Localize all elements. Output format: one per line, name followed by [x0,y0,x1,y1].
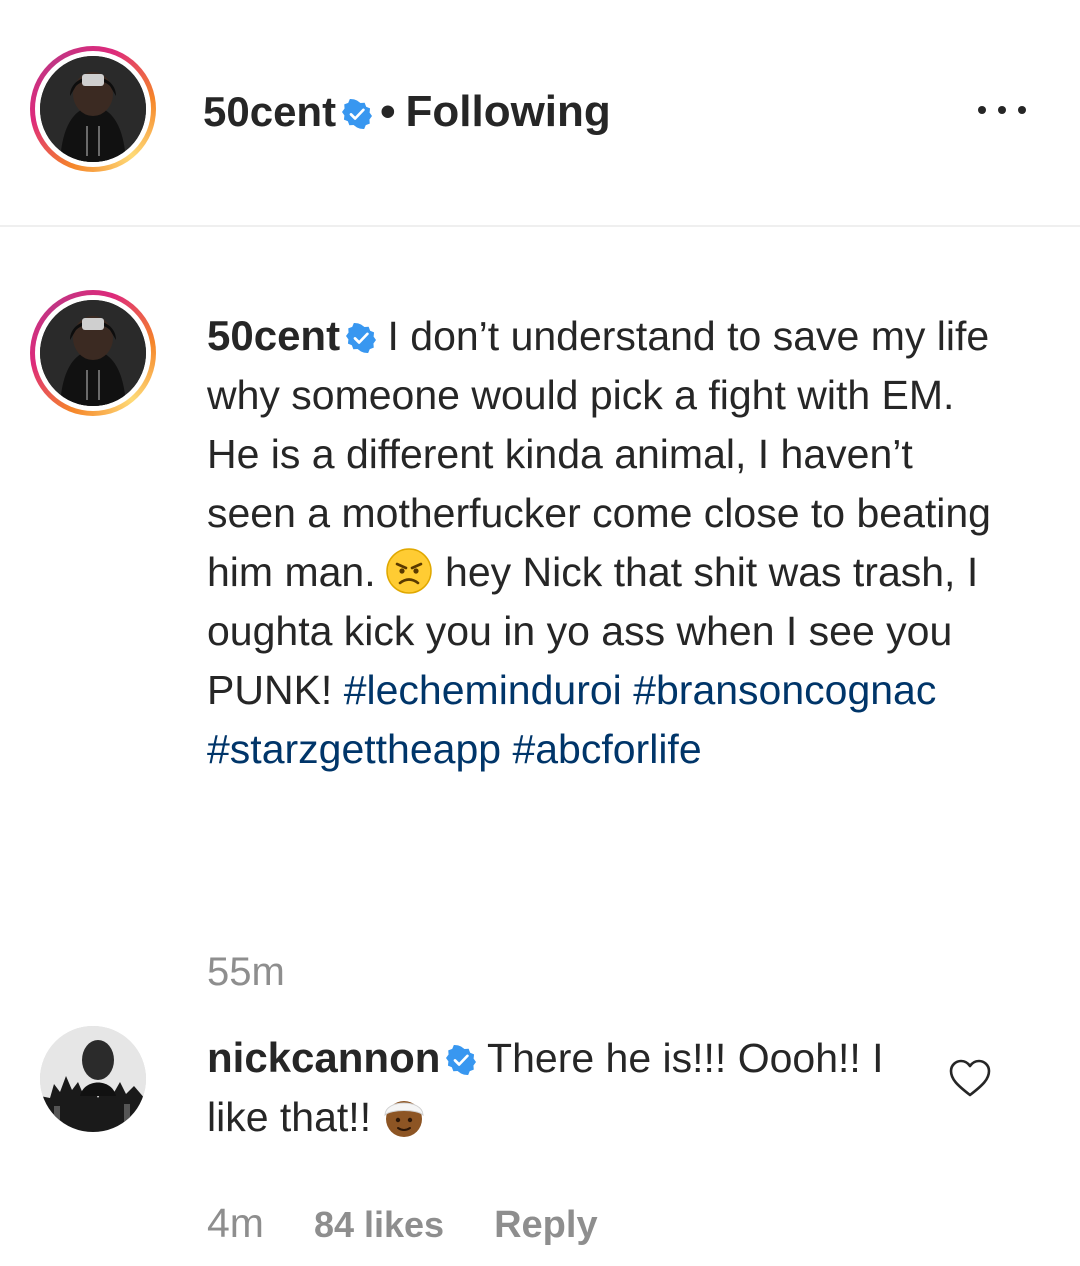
angry-face-emoji [385,548,432,594]
story-avatar[interactable] [30,46,156,172]
person-with-turban-emoji [384,1101,424,1137]
header-user-line: 50cent • Following [203,86,611,138]
heart-outline-icon[interactable] [947,1057,993,1099]
comment-body: nickcannon There he is!!! Oooh!! I like … [207,1028,907,1147]
hashtag-link[interactable]: #starzgettheapp [207,726,501,772]
commenter-avatar[interactable] [40,1026,146,1132]
post-caption: 50cent I don’t understand to save my lif… [207,306,1007,779]
comment-meta: 4m 84 likes Reply [207,1200,598,1248]
hashtag-link[interactable]: #bransoncognac [633,667,936,713]
comment-timestamp[interactable]: 4m [207,1200,264,1246]
separator-dot: • [380,87,396,136]
comment-username[interactable]: nickcannon [207,1034,440,1081]
verified-badge-icon [346,323,377,353]
avatar-image [40,1026,146,1132]
verified-badge-icon [342,99,373,129]
post-header: 50cent • Following [0,0,1080,225]
avatar-image [40,56,146,162]
following-button[interactable]: Following [405,87,610,136]
reply-button[interactable]: Reply [494,1204,597,1246]
comment-likes-link[interactable]: 84 likes [314,1204,444,1245]
hashtag-link[interactable]: #abcforlife [512,726,701,772]
verified-badge-icon [446,1045,477,1075]
hashtag-link[interactable]: #lecheminduroi [344,667,622,713]
more-dots-icon[interactable] [972,98,1032,122]
header-divider [0,225,1080,227]
caption-username[interactable]: 50cent [207,312,340,359]
caption-timestamp[interactable]: 55m [207,948,285,996]
caption-avatar[interactable] [30,290,156,416]
avatar-image [40,300,146,406]
header-username[interactable]: 50cent [203,88,336,135]
